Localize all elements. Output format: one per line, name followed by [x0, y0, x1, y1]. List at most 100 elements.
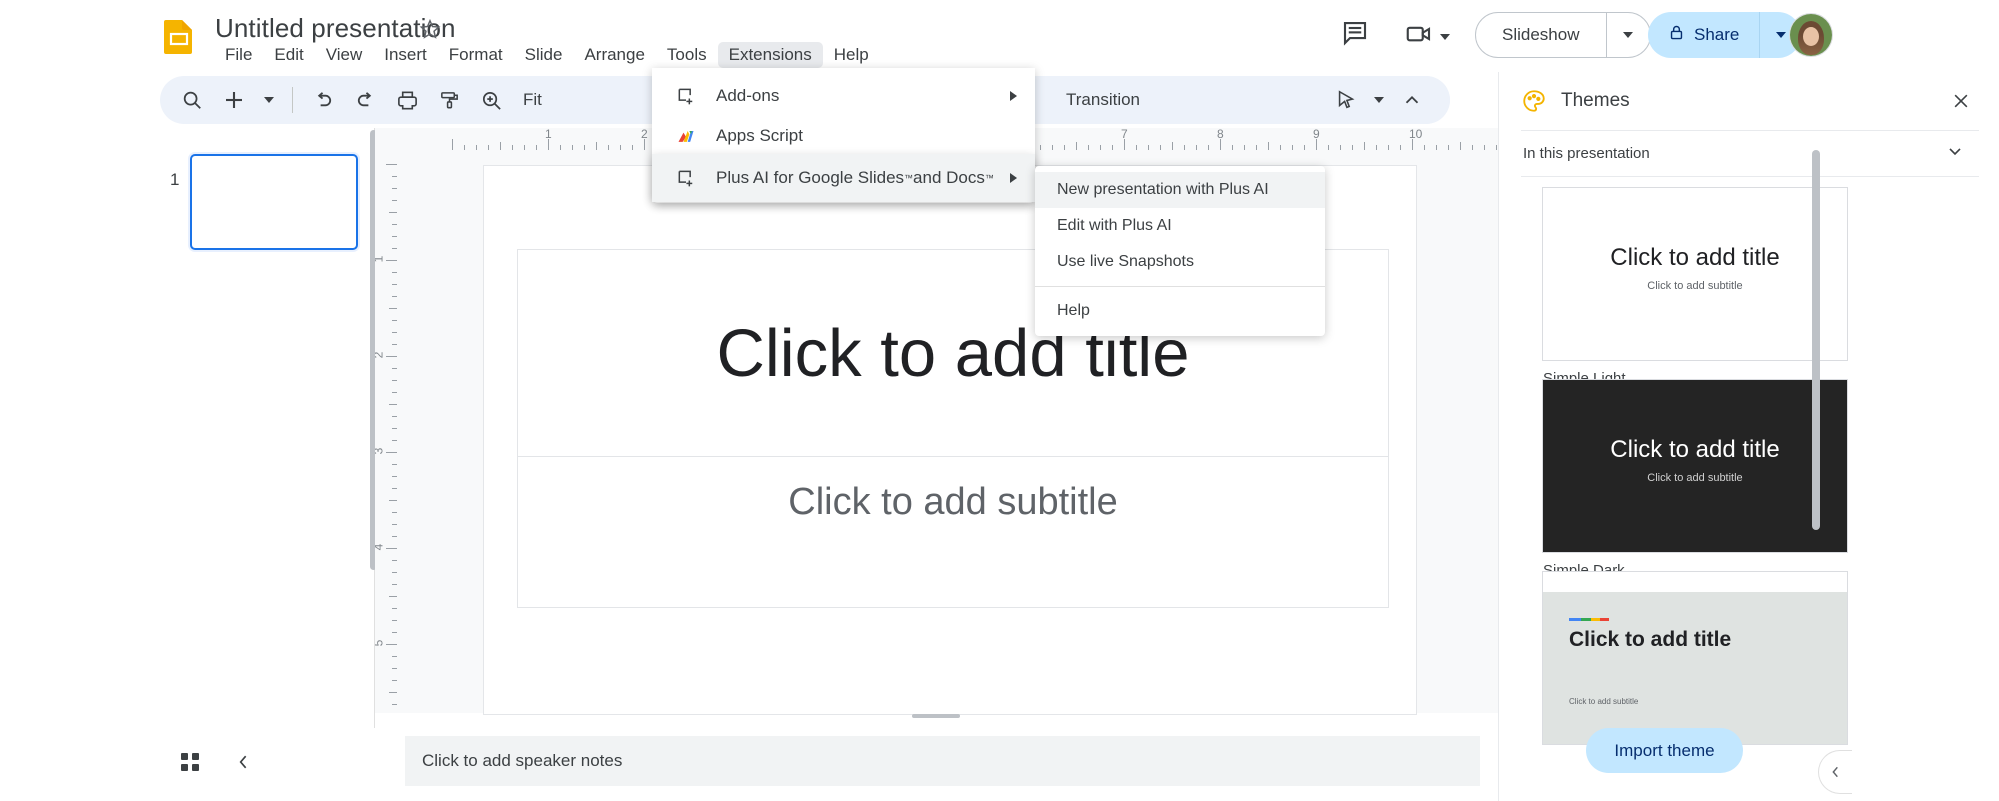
subtitle-placeholder-box[interactable]: Click to add subtitle [517, 457, 1389, 608]
menu-edit[interactable]: Edit [263, 42, 314, 68]
ruler-tick [392, 560, 397, 561]
theme-item-simple-dark[interactable]: Click to add title Click to add subtitle… [1521, 380, 1946, 579]
menu-item-label: Apps Script [716, 126, 803, 145]
ruler-tick [392, 380, 397, 381]
avatar[interactable] [1790, 14, 1832, 56]
ruler-tick [392, 668, 397, 669]
theme-subtitle-text: Click to add subtitle [1647, 280, 1743, 292]
addon-icon [674, 84, 698, 108]
menu-tools[interactable]: Tools [656, 42, 718, 68]
slide-list-item[interactable]: 1 [160, 146, 375, 250]
google-slides-logo [160, 17, 198, 55]
plus-ai-submenu: New presentation with Plus AI Edit with … [1035, 166, 1325, 336]
menu-item-apps-script[interactable]: Apps Script [652, 116, 1035, 156]
menu-item-add-ons[interactable]: Add-ons [652, 76, 1035, 116]
search-icon[interactable] [172, 80, 212, 120]
new-slide-dropdown-icon[interactable] [256, 80, 282, 120]
ruler-tick [392, 344, 397, 345]
ruler-tick [392, 524, 397, 525]
new-slide-icon[interactable] [214, 80, 254, 120]
comment-icon[interactable] [1340, 18, 1370, 48]
theme-item-simple-light[interactable]: Click to add title Click to add subtitle… [1521, 188, 1946, 387]
ruler-tick [392, 248, 397, 249]
ruler-tick [392, 428, 397, 429]
ruler-tick [392, 488, 397, 489]
ruler-tick [1148, 145, 1149, 150]
ruler-tick [392, 368, 397, 369]
ruler-tick [1448, 145, 1449, 150]
transition-dropdown-icon[interactable] [1366, 80, 1392, 120]
menu-help[interactable]: Help [823, 42, 880, 68]
ruler-tick [392, 704, 397, 705]
slideshow-button[interactable]: Slideshow [1476, 13, 1606, 57]
ruler-tick [1460, 142, 1461, 150]
ruler-tick [536, 145, 537, 150]
ruler-label: 9 [1313, 128, 1320, 141]
star-icon[interactable] [419, 18, 441, 40]
meet-button-group[interactable] [1404, 19, 1450, 54]
ruler-tick [1172, 142, 1173, 150]
ruler-tick [1184, 145, 1185, 150]
toolbar-divider [292, 87, 293, 113]
undo-icon[interactable] [303, 80, 343, 120]
menu-file[interactable]: File [214, 42, 263, 68]
paint-format-icon[interactable] [429, 80, 469, 120]
ruler-tick [1304, 145, 1305, 150]
speaker-notes-field[interactable]: Click to add speaker notes [405, 736, 1480, 786]
menu-item-label-pre: Plus AI for Google Slides [716, 168, 905, 187]
zoom-icon[interactable] [471, 80, 511, 120]
menu-slide[interactable]: Slide [514, 42, 574, 68]
ruler-tick [1232, 145, 1233, 150]
ruler-label: 1 [545, 128, 552, 141]
menu-extensions[interactable]: Extensions [717, 42, 823, 68]
ruler-tick [392, 188, 397, 189]
redo-icon[interactable] [345, 80, 385, 120]
share-button-group[interactable]: Share [1648, 12, 1802, 58]
collapse-slide-panel-icon[interactable] [222, 740, 266, 784]
slideshow-dropdown-button[interactable] [1605, 13, 1650, 57]
theme-item-third[interactable]: Click to add title Click to add subtitle [1521, 572, 1946, 744]
addon-icon [674, 166, 698, 190]
print-icon[interactable] [387, 80, 427, 120]
theme-thumbnail[interactable]: Click to add title Click to add subtitle [1543, 380, 1847, 552]
ruler-tick [389, 308, 397, 309]
ruler-tick [392, 620, 397, 621]
ruler-tick [392, 440, 397, 441]
meet-camera-icon[interactable] [1404, 19, 1434, 54]
themes-panel-scrollbar[interactable] [1812, 150, 1820, 530]
themes-filter-dropdown[interactable]: In this presentation [1521, 130, 1979, 176]
themes-panel-title: Themes [1561, 90, 1630, 111]
menu-view[interactable]: View [315, 42, 374, 68]
slide-thumbnail-1[interactable] [190, 154, 358, 250]
menu-arrange[interactable]: Arrange [573, 42, 655, 68]
grid-view-icon[interactable] [168, 740, 212, 784]
submenu-divider [1035, 286, 1325, 287]
close-icon[interactable] [1948, 88, 1974, 114]
zoom-level-value[interactable]: Fit [513, 90, 552, 110]
ruler-tick [386, 356, 397, 357]
theme-thumbnail[interactable]: Click to add title Click to add subtitle [1543, 188, 1847, 360]
submenu-arrow-icon [1010, 173, 1017, 183]
menu-insert[interactable]: Insert [373, 42, 438, 68]
ruler-label: 8 [1217, 128, 1224, 141]
collapse-toolbar-icon[interactable] [1392, 80, 1432, 120]
submenu-item-use-live-snapshots[interactable]: Use live Snapshots [1035, 244, 1325, 280]
slideshow-button-group[interactable]: Slideshow [1475, 12, 1651, 58]
meet-caret-icon[interactable] [1440, 33, 1450, 40]
slide-thumbnail-panel: 1 [160, 128, 375, 728]
menu-item-label-mid: and Docs [913, 168, 985, 187]
chevron-down-icon [1623, 32, 1633, 38]
theme-thumbnail[interactable]: Click to add title Click to add subtitle [1543, 572, 1847, 744]
submenu-item-help[interactable]: Help [1035, 293, 1325, 329]
submenu-item-new-presentation[interactable]: New presentation with Plus AI [1035, 172, 1325, 208]
share-button[interactable]: Share [1648, 12, 1759, 58]
submenu-item-edit-with-plus-ai[interactable]: Edit with Plus AI [1035, 208, 1325, 244]
menu-format[interactable]: Format [438, 42, 514, 68]
submenu-arrow-icon [1010, 91, 1017, 101]
cursor-arrow-icon[interactable] [1326, 80, 1366, 120]
notes-resize-handle[interactable] [912, 714, 960, 718]
ruler-tick [1436, 145, 1437, 150]
menu-item-plus-ai[interactable]: Plus AI for Google Slides ™ and Docs ™ [652, 154, 1035, 202]
import-theme-button[interactable]: Import theme [1586, 728, 1743, 773]
vertical-ruler[interactable]: 1 2 3 4 5 [375, 154, 401, 714]
